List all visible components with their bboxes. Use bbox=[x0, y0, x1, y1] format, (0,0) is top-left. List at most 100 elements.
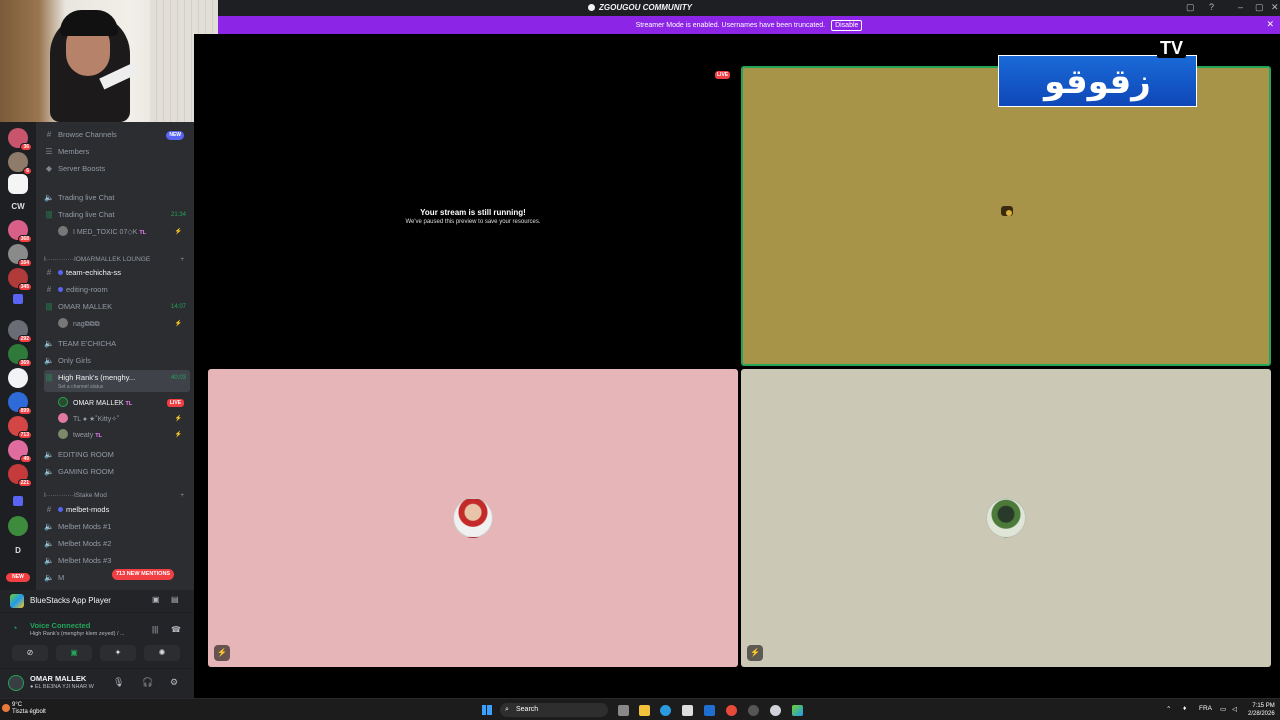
channel-melbet-mods-3[interactable]: 🔈 Melbet Mods #3 bbox=[44, 553, 190, 569]
add-channel-icon[interactable]: + bbox=[180, 490, 184, 502]
folder-icon[interactable] bbox=[13, 496, 23, 506]
activities-button[interactable]: ✦ bbox=[100, 645, 136, 661]
browse-channels[interactable]: # Browse Channels NEW bbox=[44, 127, 190, 143]
banner-close-icon[interactable]: ✕ bbox=[1266, 19, 1274, 30]
task-view-icon[interactable] bbox=[618, 705, 629, 716]
rail-new-pill[interactable]: NEW bbox=[6, 573, 30, 582]
speaker-icon: 🔈 bbox=[44, 573, 54, 582]
network-icon[interactable]: ▭ bbox=[1220, 705, 1226, 713]
voice-channel-name[interactable]: High Rank's (menghyr klem zeyed) / ... bbox=[30, 631, 125, 637]
disable-button[interactable]: Disable bbox=[831, 20, 863, 31]
maximize-button[interactable]: ▢ bbox=[1255, 2, 1264, 13]
camera-button[interactable]: ⊘ bbox=[12, 645, 48, 661]
folder-icon[interactable] bbox=[13, 294, 23, 304]
minimize-button[interactable]: – bbox=[1238, 2, 1243, 12]
game-stream-tile[interactable] bbox=[741, 66, 1271, 366]
channel-label: TEAM E'CHICHA bbox=[58, 339, 117, 348]
server-icon[interactable]: 49 bbox=[8, 440, 32, 463]
stream-stage: Your stream is still running! We've paus… bbox=[194, 34, 1280, 698]
voice-user[interactable]: OMAR MALLEK TL LIVE bbox=[58, 396, 188, 411]
obs-icon[interactable] bbox=[770, 705, 781, 716]
channel-team-echicha[interactable]: # team-echicha-ss bbox=[44, 265, 190, 281]
channel-team-echicha-voice[interactable]: 🔈 TEAM E'CHICHA bbox=[44, 336, 190, 352]
bluestacks-icon[interactable] bbox=[792, 705, 803, 716]
server-icon[interactable]: 36 bbox=[8, 128, 32, 151]
noise-suppression-icon[interactable]: ||| bbox=[152, 625, 158, 634]
tray-app-icon[interactable]: ♦ bbox=[1183, 705, 1186, 712]
channel-melbet-mods-2[interactable]: 🔈 Melbet Mods #2 bbox=[44, 536, 190, 552]
voice-status[interactable]: Voice Connected bbox=[30, 621, 90, 630]
user-avatar[interactable] bbox=[8, 675, 24, 691]
participant-tile[interactable]: ⚡ bbox=[741, 369, 1271, 667]
unread-badge: 292 bbox=[17, 335, 32, 343]
server-icon[interactable] bbox=[8, 174, 28, 194]
server-icon[interactable]: 899 bbox=[8, 392, 32, 415]
tray-chevron-icon[interactable]: ⌃ bbox=[1166, 705, 1171, 713]
server-icon[interactable]: 713 bbox=[8, 416, 32, 439]
help-icon[interactable]: ? bbox=[1209, 2, 1214, 12]
channel-status-hint[interactable]: Set a channel status bbox=[58, 384, 103, 390]
user-name[interactable]: OMAR MALLEK bbox=[30, 674, 86, 683]
app-icon[interactable] bbox=[748, 705, 759, 716]
server-icon[interactable] bbox=[8, 516, 28, 536]
server-icon[interactable]: 221 bbox=[8, 464, 32, 487]
screen-share-button[interactable]: ▣ bbox=[56, 645, 92, 661]
channel-editing-room-voice[interactable]: 🔈 EDITING ROOM bbox=[44, 447, 190, 463]
file-explorer-icon[interactable] bbox=[639, 705, 650, 716]
voice-user[interactable]: nag⧉⧉⧉ ⚡ bbox=[58, 317, 188, 332]
trading-live-chat-voice[interactable]: ||| Trading live Chat 21:34 bbox=[44, 207, 190, 223]
channel-label: Trading live Chat bbox=[58, 193, 115, 202]
start-icon[interactable] bbox=[482, 705, 492, 715]
channel-melbet-mods[interactable]: # melbet-mods bbox=[44, 502, 190, 518]
new-mentions-pill[interactable]: 713 NEW MENTIONS bbox=[112, 569, 175, 580]
streamer-hair bbox=[60, 10, 118, 36]
channel-label: Melbet Mods #2 bbox=[58, 539, 112, 548]
participant-tile[interactable]: ⚡ bbox=[208, 369, 738, 667]
user-settings-icon[interactable]: ⚙ bbox=[170, 677, 178, 688]
language-indicator[interactable]: FRA bbox=[1199, 705, 1212, 712]
server-icon[interactable]: 369 bbox=[8, 344, 32, 367]
disconnect-icon[interactable]: ☎ bbox=[171, 625, 181, 634]
channel-omar-mallek[interactable]: ||| OMAR MALLEK 14:07 bbox=[44, 299, 190, 315]
server-cw[interactable]: CW bbox=[0, 202, 36, 211]
trading-live-chat[interactable]: 🔈 Trading live Chat bbox=[44, 190, 190, 206]
server-icon[interactable]: 345 bbox=[8, 268, 32, 291]
voice-user[interactable]: TL ● ★˚Kitty✧˚ ⚡ bbox=[58, 412, 188, 427]
category-stake-mod[interactable]: I·············IStake Mod + bbox=[44, 490, 190, 502]
channel-melbet-mods-1[interactable]: 🔈 Melbet Mods #1 bbox=[44, 519, 190, 535]
weather-widget[interactable]: 9°C Tiszta égbolt bbox=[12, 702, 46, 716]
soundboard-button[interactable]: ✺ bbox=[144, 645, 180, 661]
server-icon[interactable] bbox=[8, 368, 28, 388]
close-window-button[interactable]: ✕ bbox=[1271, 2, 1279, 13]
mail-icon[interactable] bbox=[704, 705, 715, 716]
edge-icon[interactable] bbox=[660, 705, 671, 716]
headphones-icon[interactable]: 🎧 bbox=[142, 677, 153, 688]
server-d[interactable]: D bbox=[0, 546, 36, 555]
voice-user[interactable]: tweaty TL ⚡ bbox=[58, 428, 188, 443]
inbox-icon[interactable]: ▢ bbox=[1186, 2, 1195, 13]
clock[interactable]: 7:15 PM 2/28/2026 bbox=[1248, 702, 1275, 718]
server-icon[interactable]: 292 bbox=[8, 320, 32, 343]
screen-share-icon[interactable]: ▣ bbox=[152, 595, 160, 604]
chrome-icon[interactable] bbox=[726, 705, 737, 716]
mic-icon[interactable]: 🎙 bbox=[113, 677, 124, 688]
channel-gaming-room[interactable]: 🔈 GAMING ROOM bbox=[44, 464, 190, 480]
taskbar-search[interactable]: ⌕ Search bbox=[500, 703, 608, 717]
channel-editing-room[interactable]: # editing-room bbox=[44, 282, 190, 298]
members[interactable]: ☰ Members bbox=[44, 144, 190, 160]
volume-icon[interactable]: ◁ bbox=[1232, 705, 1237, 713]
voice-user[interactable]: I MED_TOXIC 07◇K TL ⚡ bbox=[58, 225, 188, 240]
channel-label: Melbet Mods #3 bbox=[58, 556, 112, 565]
server-icon[interactable]: 368 bbox=[8, 220, 32, 243]
search-label: Search bbox=[516, 706, 539, 713]
store-icon[interactable] bbox=[682, 705, 693, 716]
live-badge: LIVE bbox=[166, 399, 184, 407]
server-icon[interactable]: 6 bbox=[8, 152, 32, 175]
server-icon[interactable]: 164 bbox=[8, 244, 32, 267]
server-boosts[interactable]: ◆ Server Boosts bbox=[44, 161, 190, 177]
channel-only-girls[interactable]: 🔈 Only Girls bbox=[44, 353, 190, 369]
channel-label: melbet-mods bbox=[66, 505, 110, 514]
activity-settings-icon[interactable]: ▤ bbox=[171, 595, 179, 604]
own-stream-tile[interactable]: Your stream is still running! We've paus… bbox=[208, 66, 738, 366]
speaker-icon: 🔈 bbox=[44, 539, 54, 548]
